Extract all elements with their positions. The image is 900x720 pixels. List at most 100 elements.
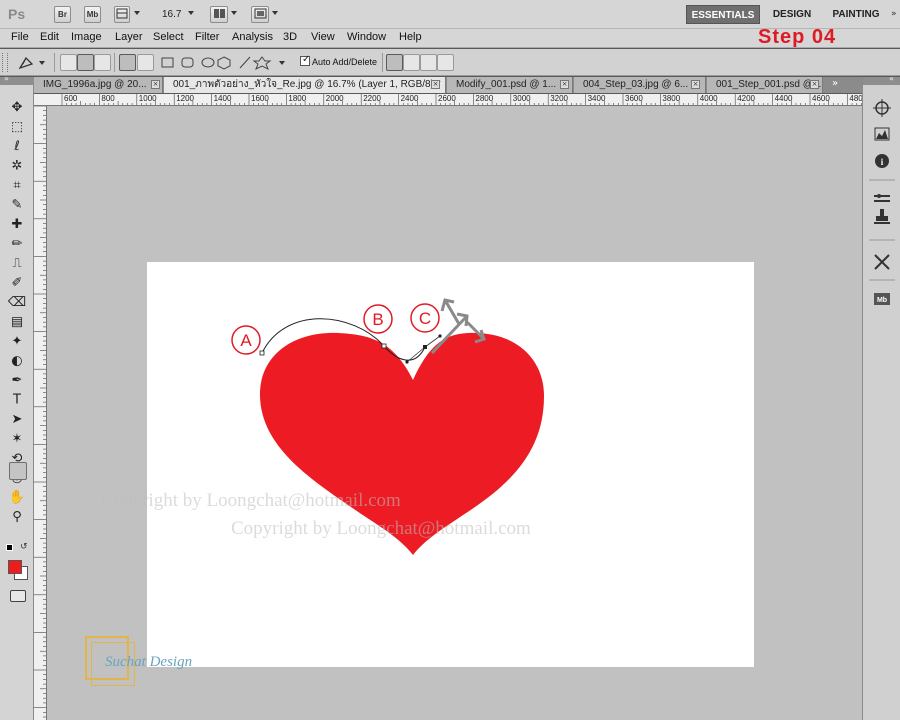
brush-icon[interactable]: ✏ <box>12 237 23 252</box>
menu-select[interactable]: Select <box>153 31 184 43</box>
history-brush-icon[interactable]: ✐ <box>12 276 23 291</box>
view-extras-button[interactable] <box>114 6 130 23</box>
tab-step-03[interactable]: 004_Step_03.jpg @ 6... <box>574 77 706 93</box>
swap-colors-icon[interactable]: ↺ <box>20 542 28 552</box>
chevron-down-icon[interactable] <box>188 11 194 15</box>
paths-mode-icon[interactable] <box>77 54 94 71</box>
auto-add-delete-checkbox[interactable]: ✓ <box>300 54 310 66</box>
tool-presets-button[interactable] <box>872 250 892 270</box>
close-icon[interactable]: × <box>431 80 440 89</box>
menu-filter[interactable]: Filter <box>195 31 219 43</box>
chevron-down-icon[interactable] <box>231 11 237 15</box>
blur-icon[interactable]: ✦ <box>12 334 23 349</box>
mini-bridge-button[interactable]: Mb <box>84 6 101 23</box>
pen-icon[interactable]: ✒ <box>12 373 23 388</box>
subtract-path-area-icon[interactable] <box>403 54 420 71</box>
type-icon[interactable]: T <box>12 393 21 408</box>
spot-heal-icon[interactable]: ✚ <box>12 217 23 232</box>
anchor-point-b[interactable] <box>381 343 387 349</box>
move-icon[interactable]: ✥ <box>12 100 23 115</box>
screen-mode-icon <box>254 8 266 19</box>
workspace-painting[interactable]: PAINTING <box>824 5 888 24</box>
ruler-tick-label: 800 <box>101 94 115 103</box>
point-label-a: A <box>240 331 252 350</box>
workspace-more-icon[interactable]: » <box>891 9 897 19</box>
menu-edit[interactable]: Edit <box>40 31 59 43</box>
histogram-button[interactable] <box>872 127 892 147</box>
menu-analysis[interactable]: Analysis <box>232 31 273 43</box>
shape-options-strip[interactable] <box>158 53 298 72</box>
more-tabs-icon[interactable]: » <box>832 78 838 89</box>
zoom-level[interactable]: 16.7 <box>162 9 181 20</box>
navigator-button[interactable] <box>872 99 892 119</box>
zoom-icon[interactable]: ⚲ <box>12 510 22 525</box>
dodge-icon[interactable]: ◐ <box>11 354 22 369</box>
menu-help[interactable]: Help <box>399 31 422 43</box>
quick-select-icon[interactable]: ✲ <box>12 159 23 174</box>
eyedropper-icon[interactable]: ✎ <box>12 198 23 213</box>
menu-view[interactable]: View <box>311 31 335 43</box>
bridge-button[interactable]: Br <box>54 6 71 23</box>
tab-modify-001[interactable]: Modify_001.psd @ 1... <box>447 77 573 93</box>
anchor-point-c[interactable] <box>423 345 427 349</box>
tab-heart-active[interactable]: 001_ภาพตัวอย่าง_หัวใจ_Re.jpg @ 16.7% (La… <box>164 77 446 93</box>
menu-image[interactable]: Image <box>71 31 102 43</box>
close-icon[interactable]: × <box>691 80 700 89</box>
dock-header[interactable]: « <box>863 74 900 85</box>
workspace-essentials[interactable]: ESSENTIALS <box>686 5 760 24</box>
arrange-documents-button[interactable] <box>210 6 228 23</box>
clone-source-button[interactable] <box>872 210 892 230</box>
collapse-icon[interactable]: » <box>4 74 9 83</box>
info-button[interactable] <box>872 151 892 171</box>
workspace-design[interactable]: DESIGN <box>766 5 818 24</box>
options-grip[interactable] <box>2 53 8 72</box>
anchor-point-a[interactable] <box>259 350 265 356</box>
path-select-icon[interactable]: ➤ <box>12 412 23 427</box>
exclude-path-area-icon[interactable] <box>437 54 454 71</box>
brush-presets-button[interactable] <box>872 188 892 208</box>
hand-icon[interactable]: ✋ <box>9 489 25 505</box>
menu-window[interactable]: Window <box>347 31 386 43</box>
fill-pixels-icon[interactable] <box>94 54 111 71</box>
marquee-icon[interactable]: ⬚ <box>11 120 23 135</box>
default-colors-icon[interactable] <box>6 544 13 551</box>
freeform-pen-option-icon[interactable] <box>137 54 154 71</box>
tool-preset-picker[interactable] <box>14 53 48 72</box>
direction-handle[interactable] <box>438 334 442 338</box>
close-icon[interactable]: × <box>810 80 819 89</box>
add-to-path-area-icon[interactable] <box>386 54 403 71</box>
crop-icon[interactable]: ⌗ <box>13 178 21 193</box>
eraser-icon[interactable]: ⌫ <box>7 295 26 310</box>
close-icon[interactable]: × <box>151 80 160 89</box>
shape-icon[interactable]: ✶ <box>12 432 23 447</box>
mini-bridge-panel-button[interactable] <box>872 290 892 310</box>
expand-icon[interactable]: « <box>889 74 894 83</box>
watermark-text: Copyright by Loongchat@hotmail.com <box>231 518 531 539</box>
grid-icon <box>116 8 128 19</box>
pen-tool-option-icon[interactable] <box>119 54 136 71</box>
quick-mask-icon[interactable] <box>10 590 26 602</box>
document-tabs: IMG_1996a.jpg @ 20... × 001_ภาพตัวอย่าง_… <box>34 77 862 93</box>
menu-3d[interactable]: 3D <box>283 31 297 43</box>
menu-layer[interactable]: Layer <box>115 31 143 43</box>
clone-stamp-icon[interactable]: ⎍ <box>12 256 21 271</box>
tab-step-001[interactable]: 001_Step_001.psd @ ... <box>707 77 823 93</box>
lasso-icon[interactable]: ℓ <box>13 139 19 154</box>
ruler-tick-label: 3200 <box>550 94 568 103</box>
close-icon[interactable]: × <box>560 80 569 89</box>
tab-img-1996a[interactable]: IMG_1996a.jpg @ 20... <box>34 77 163 93</box>
tools-panel-header[interactable]: » <box>0 74 34 85</box>
menu-file[interactable]: File <box>11 31 29 43</box>
ruler-tick-label: 1200 <box>176 94 194 103</box>
direction-handle[interactable] <box>405 360 409 364</box>
shape-layers-icon[interactable] <box>60 54 77 71</box>
chevron-down-icon[interactable] <box>134 11 140 15</box>
foreground-color-swatch[interactable] <box>8 560 22 574</box>
intersect-path-area-icon[interactable] <box>420 54 437 71</box>
gradient-icon[interactable]: ▤ <box>11 315 23 330</box>
screen-mode-button[interactable] <box>251 6 269 23</box>
chevron-down-icon[interactable] <box>272 11 278 15</box>
ruler-tick-label: 1400 <box>213 94 232 103</box>
pen-tool[interactable] <box>9 462 27 480</box>
ruler-tick-label: 2800 <box>475 94 494 103</box>
